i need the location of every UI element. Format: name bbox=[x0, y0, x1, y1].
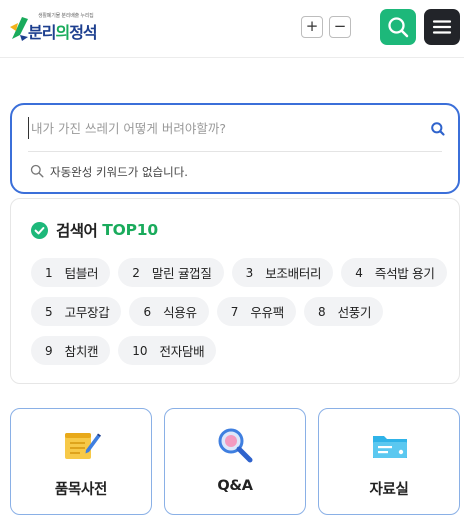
keyword-chip[interactable]: 7 우유팩 bbox=[216, 297, 296, 326]
quick-link-label: 품목사전 bbox=[54, 482, 108, 498]
keyword-text: 즉석밥 용기 bbox=[374, 266, 435, 281]
zoom-out-button[interactable]: − bbox=[329, 16, 351, 38]
autocomplete-message: 자동완성 키워드가 없습니다. bbox=[50, 165, 188, 179]
recycle-logo-icon bbox=[10, 17, 28, 41]
top10-title: 검색어 bbox=[56, 222, 98, 240]
keyword-rank: 6 bbox=[143, 304, 152, 319]
keyword-rank: 9 bbox=[45, 343, 53, 358]
keyword-text: 선풍기 bbox=[337, 305, 372, 320]
quick-link-label: Q&A bbox=[217, 478, 253, 494]
quick-link-item-dictionary[interactable]: 품목사전 bbox=[10, 408, 152, 515]
keyword-chip[interactable]: 10 전자담배 bbox=[118, 336, 217, 365]
quick-link-item-qna[interactable]: Q&A bbox=[164, 408, 306, 515]
keyword-chip[interactable]: 3 보조배터리 bbox=[231, 258, 334, 287]
quick-link-label: 자료실 bbox=[369, 482, 409, 498]
zoom-in-button[interactable]: + bbox=[301, 16, 323, 38]
keyword-rank: 4 bbox=[355, 265, 363, 280]
keyword-chip[interactable]: 9 참치캔 bbox=[31, 336, 111, 365]
autocomplete-search-icon bbox=[30, 164, 44, 178]
logo-tagline: 생활폐기물 분리배출 누리집 bbox=[38, 13, 94, 19]
top10-keyword-list: 1 텀블러 2 말린 귤껍질 3 보조배터리 4 즉석밥 용기 5 고무장갑 6 식용유 7… bbox=[31, 258, 451, 365]
logo-name: 분리의정석 bbox=[28, 19, 98, 43]
site-logo[interactable]: 생활폐기물 분리배출 누리집 분리의정석 bbox=[8, 9, 98, 47]
search-input[interactable] bbox=[28, 117, 428, 139]
menu-button[interactable] bbox=[424, 9, 460, 45]
keyword-rank: 5 bbox=[45, 304, 53, 319]
folder-icon bbox=[373, 436, 407, 458]
keyword-text: 텀블러 bbox=[64, 266, 99, 281]
hamburger-menu-icon bbox=[432, 20, 452, 34]
keyword-text: 참치캔 bbox=[64, 344, 99, 359]
top10-header: 검색어 TOP10 bbox=[31, 219, 158, 241]
logo-name-part1: 분리 bbox=[28, 23, 56, 42]
check-circle-icon bbox=[31, 221, 48, 239]
keyword-chip[interactable]: 1 텀블러 bbox=[31, 258, 111, 287]
top10-panel: 검색어 TOP10 1 텀블러 2 말린 귤껍질 3 보조배터리 4 즉석밥 용기 5고… bbox=[10, 198, 460, 384]
keyword-chip[interactable]: 8 선풍기 bbox=[303, 297, 384, 326]
keyword-rank: 7 bbox=[230, 304, 239, 319]
quick-link-item-archive[interactable]: 자료실 bbox=[318, 408, 460, 515]
keyword-text: 고무장갑 bbox=[64, 305, 110, 320]
magnifier-icon bbox=[218, 428, 253, 463]
keyword-chip[interactable]: 2 말린 귤껍질 bbox=[118, 258, 224, 287]
keyword-rank: 8 bbox=[317, 304, 326, 319]
top10-title-accent: TOP10 bbox=[102, 221, 158, 239]
notepad-pencil-icon bbox=[65, 433, 101, 459]
keyword-chip[interactable]: 4 즉석밥 용기 bbox=[341, 258, 447, 287]
keyword-text: 우유팩 bbox=[250, 305, 284, 320]
site-header: 생활폐기물 분리배출 누리집 분리의정석 + − bbox=[0, 0, 464, 58]
keyword-text: 식용유 bbox=[163, 305, 197, 320]
keyword-chip[interactable]: 5 고무장갑 bbox=[31, 297, 122, 326]
search-divider bbox=[28, 151, 442, 152]
header-search-button[interactable] bbox=[380, 9, 416, 45]
keyword-rank: 10 bbox=[132, 343, 148, 358]
keyword-chip[interactable]: 6 식용유 bbox=[129, 297, 209, 326]
search-box: 자동완성 키워드가 없습니다. bbox=[10, 103, 460, 194]
keyword-text: 말린 귤껍질 bbox=[151, 266, 212, 281]
keyword-rank: 1 bbox=[45, 265, 53, 280]
keyword-text: 전자담배 bbox=[159, 344, 205, 359]
search-icon bbox=[388, 17, 409, 38]
logo-name-part3: 정석 bbox=[69, 23, 97, 42]
search-submit-icon[interactable] bbox=[430, 121, 446, 137]
keyword-text: 보조배터리 bbox=[265, 266, 322, 281]
keyword-rank: 2 bbox=[132, 265, 140, 280]
keyword-rank: 3 bbox=[245, 265, 254, 280]
logo-name-part2: 의 bbox=[55, 23, 70, 42]
